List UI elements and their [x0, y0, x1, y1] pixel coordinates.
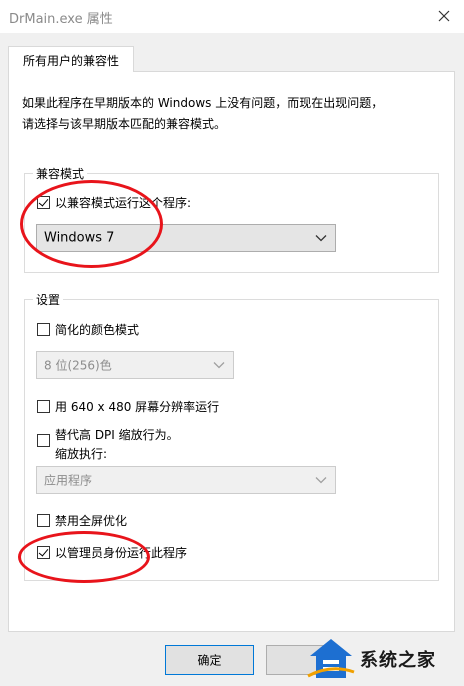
window-title: DrMain.exe 属性 [9, 12, 113, 27]
compat-os-dropdown[interactable]: Windows 7 [36, 224, 336, 252]
chevron-down-icon [315, 477, 327, 484]
color-depth-dropdown[interactable]: 8 位(256)色 [36, 351, 234, 379]
watermark-text: 系统之家 [360, 650, 436, 671]
reduced-color-label: 简化的颜色模式 [55, 323, 140, 337]
fullscreen-opt-label: 禁用全屏优化 [55, 514, 128, 528]
res-640-checkbox[interactable] [37, 400, 50, 413]
res-640-label: 用 640 x 480 屏幕分辨率运行 [55, 400, 220, 414]
tab-all-users-compat[interactable]: 所有用户的兼容性 [8, 46, 134, 72]
dpi-override-label-line-2: 缩放执行: [55, 447, 108, 461]
run-as-admin-label: 以管理员身份运行此程序 [55, 546, 188, 560]
dpi-scaling-selected: 应用程序 [44, 473, 93, 488]
compat-mode-group-title: 兼容模式 [33, 165, 88, 182]
dpi-scaling-dropdown[interactable]: 应用程序 [36, 466, 336, 494]
watermark-logo-icon [307, 639, 355, 678]
run-as-admin-checkbox[interactable] [37, 546, 50, 559]
dpi-override-label-line-1: 替代高 DPI 缩放行为。 [55, 428, 179, 442]
description-line-1: 如果此程序在早期版本的 Windows 上没有问题，而现在出现问题， [22, 96, 384, 110]
dpi-override-checkbox[interactable] [37, 434, 50, 447]
chevron-down-icon [213, 362, 225, 369]
ok-button[interactable]: 确定 [165, 645, 254, 675]
compat-description: 如果此程序在早期版本的 Windows 上没有问题，而现在出现问题， 请选择与该… [22, 93, 442, 135]
description-line-2: 请选择与该早期版本匹配的兼容模式。 [22, 117, 227, 131]
close-icon[interactable] [432, 5, 456, 27]
ok-button-label: 确定 [197, 653, 222, 668]
watermark: 系统之家 [300, 632, 464, 686]
reduced-color-checkbox[interactable] [37, 323, 50, 336]
compat-mode-group [24, 173, 439, 273]
chevron-down-icon [315, 235, 327, 242]
title-bar: DrMain.exe 属性 [0, 0, 464, 33]
settings-group-title: 设置 [33, 291, 64, 308]
fullscreen-opt-checkbox[interactable] [37, 514, 50, 527]
compat-os-selected: Windows 7 [44, 230, 115, 246]
compat-mode-checkbox[interactable] [37, 196, 50, 209]
color-depth-selected: 8 位(256)色 [44, 358, 112, 373]
tab-label: 所有用户的兼容性 [22, 54, 119, 68]
compat-mode-checkbox-label: 以兼容模式运行这个程序: [55, 196, 192, 210]
